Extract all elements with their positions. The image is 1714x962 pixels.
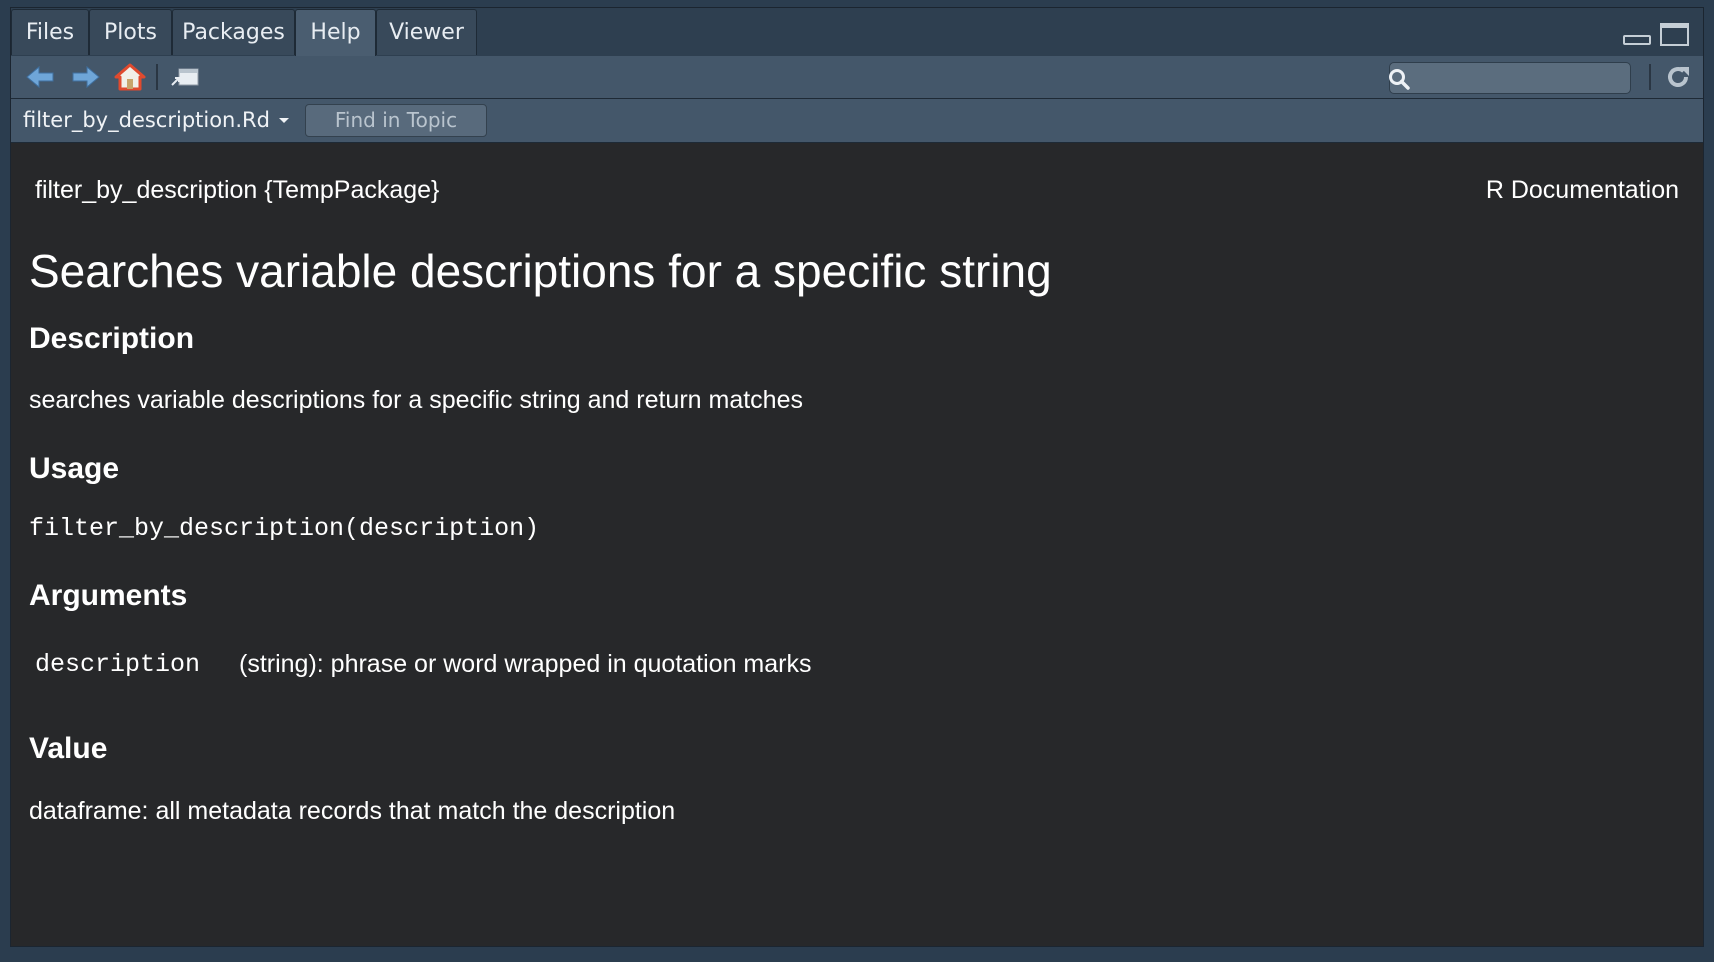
- help-content: filter_by_description {TempPackage} R Do…: [11, 142, 1703, 946]
- refresh-icon: [1668, 67, 1689, 87]
- arguments-heading: Arguments: [29, 579, 188, 612]
- value-text: dataframe: all metadata records that mat…: [29, 797, 676, 825]
- chevron-down-icon: [278, 117, 289, 123]
- home-icon: [114, 63, 146, 91]
- minimize-icon[interactable]: [1623, 35, 1651, 45]
- argument-description: (string): phrase or word wrapped in quot…: [239, 650, 812, 678]
- tab-files[interactable]: Files: [11, 9, 89, 55]
- help-pane: Files Plots Packages Help Viewer filter_…: [10, 7, 1704, 947]
- search-icon: [1388, 68, 1410, 95]
- page-title: Searches variable descriptions for a spe…: [29, 245, 1052, 297]
- topic-bar: filter_by_description.Rd Find in Topic: [11, 99, 1703, 143]
- find-in-topic-button[interactable]: Find in Topic: [305, 104, 487, 137]
- description-heading: Description: [29, 322, 195, 355]
- tab-help[interactable]: Help: [295, 9, 376, 57]
- home-button[interactable]: [113, 62, 147, 92]
- show-in-window-button[interactable]: [168, 62, 202, 92]
- back-button[interactable]: [23, 62, 57, 92]
- show-in-window-icon: [171, 68, 199, 86]
- tab-plots[interactable]: Plots: [89, 9, 172, 55]
- usage-heading: Usage: [29, 452, 120, 485]
- tab-viewer[interactable]: Viewer: [376, 9, 477, 55]
- arrow-left-icon: [26, 65, 54, 89]
- forward-button[interactable]: [69, 62, 103, 92]
- help-toolbar: [11, 56, 1703, 99]
- doc-header-source: R Documentation: [1485, 176, 1679, 204]
- value-heading: Value: [29, 732, 108, 765]
- toolbar-separator: [156, 64, 158, 90]
- description-text: searches variable descriptions for a spe…: [29, 386, 803, 414]
- topic-select-label: filter_by_description.Rd: [23, 108, 270, 132]
- arrow-right-icon: [72, 65, 100, 89]
- usage-code: filter_by_description(description): [29, 514, 540, 543]
- doc-header-topic: filter_by_description {TempPackage}: [35, 176, 440, 204]
- toolbar-separator: [1649, 64, 1651, 90]
- topic-select[interactable]: filter_by_description.Rd: [23, 99, 290, 142]
- help-search-input[interactable]: [1389, 62, 1631, 94]
- maximize-icon[interactable]: [1660, 23, 1689, 46]
- tab-bar: Files Plots Packages Help Viewer: [11, 8, 1703, 57]
- tab-packages[interactable]: Packages: [172, 9, 295, 55]
- argument-name: description: [35, 650, 201, 679]
- refresh-button[interactable]: [1661, 62, 1695, 92]
